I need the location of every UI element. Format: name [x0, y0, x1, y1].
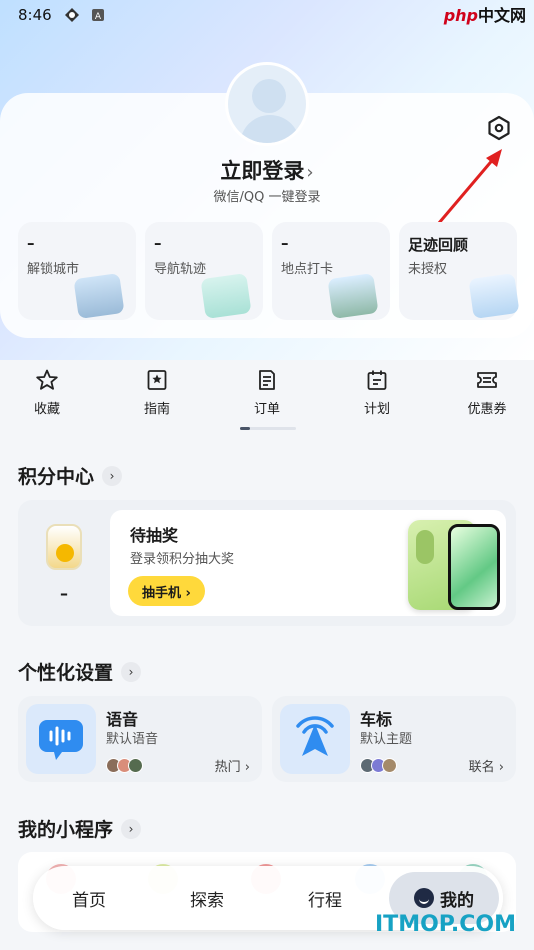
theme-avatars: [360, 758, 397, 774]
stat-label: 未授权: [408, 262, 448, 277]
watermark-itmop: ITMOP.COM: [375, 912, 516, 937]
app-notification-icon: [64, 8, 79, 22]
stat-card-cities[interactable]: – 解锁城市: [18, 222, 136, 320]
lottery-panel[interactable]: 待抽奖 登录领积分抽大奖 抽手机 ›: [110, 510, 506, 616]
points-value: –: [60, 584, 68, 603]
a-notification-icon: A: [91, 9, 104, 22]
star-icon: [36, 369, 58, 390]
nav-label: 计划: [363, 402, 390, 417]
nav-explore[interactable]: 探索: [190, 886, 224, 911]
watermark-php-brand: php: [443, 6, 478, 25]
voice-icon: [26, 704, 96, 774]
points-section-title[interactable]: 积分中心 ›: [18, 462, 123, 489]
stat-label: 解锁城市: [27, 262, 80, 277]
avatar-head: [252, 79, 286, 113]
section-title-text: 积分中心: [18, 466, 95, 488]
nav-label: 收藏: [33, 402, 60, 417]
page-indicator-active: [240, 427, 250, 430]
mini-programs-section-title[interactable]: 我的小程序 ›: [18, 815, 142, 842]
stat-label: 地点打卡: [281, 262, 334, 277]
login-title: 立即登录: [220, 159, 305, 183]
setting-tag: 热门 ›: [214, 760, 250, 775]
coin-jar-icon: [46, 524, 82, 570]
nav-plan[interactable]: 计划: [347, 368, 407, 417]
avatar: [382, 758, 397, 773]
car-icon-setting-card[interactable]: 车标 默认主题 联名 ›: [272, 696, 516, 782]
setting-subtitle: 默认主题: [360, 732, 413, 747]
mine-face-icon: [414, 888, 434, 908]
section-title-text: 个性化设置: [18, 662, 114, 684]
setting-title: 车标: [360, 710, 393, 729]
navigation-arrow-icon: [296, 716, 334, 756]
nav-label: 订单: [253, 402, 280, 417]
calendar-icon: [367, 370, 387, 390]
stat-value: 足迹回顾: [408, 236, 469, 254]
chevron-right-icon: ›: [306, 162, 314, 183]
stat-label: 导航轨迹: [154, 262, 207, 277]
nav-trip[interactable]: 行程: [308, 886, 342, 911]
setting-subtitle: 默认语音: [106, 732, 159, 747]
nav-label: 指南: [143, 402, 170, 417]
nav-home[interactable]: 首页: [72, 886, 106, 911]
setting-tag: 联名 ›: [468, 760, 504, 775]
guide-icon: [147, 370, 167, 390]
watermark-php: php中文网: [444, 2, 526, 26]
settings-icon[interactable]: [486, 115, 512, 141]
avatar[interactable]: [225, 62, 309, 146]
setting-title: 语音: [106, 710, 139, 729]
stat-value: –: [27, 234, 35, 252]
route-map-icon: [200, 272, 252, 320]
nav-coupons[interactable]: 优惠券: [457, 368, 517, 417]
stat-card-review[interactable]: 足迹回顾 未授权: [399, 222, 520, 320]
coin-icon: [56, 544, 74, 562]
voice-bubble-icon: [39, 720, 83, 760]
lottery-title: 待抽奖: [130, 526, 179, 545]
order-icon: [259, 370, 275, 390]
coupon-icon: [477, 372, 497, 388]
quick-nav: 收藏 指南 订单 计划 优惠券: [0, 368, 534, 428]
phone-camera: [416, 530, 434, 564]
personalize-section-title[interactable]: 个性化设置 ›: [18, 658, 142, 685]
nav-label: 优惠券: [467, 402, 507, 417]
status-time: 8:46: [18, 6, 52, 24]
svg-text:A: A: [95, 12, 102, 22]
car-marker-icon: [280, 704, 350, 774]
section-title-text: 我的小程序: [18, 819, 114, 841]
watermark-php-suffix: 中文网: [477, 6, 526, 25]
chevron-right-icon: ›: [102, 465, 123, 486]
temple-icon: [73, 272, 125, 320]
nav-favorites[interactable]: 收藏: [17, 368, 77, 417]
draw-phone-button[interactable]: 抽手机 ›: [128, 576, 205, 606]
page-indicator: [240, 427, 296, 430]
report-paper-icon: [468, 272, 520, 320]
stat-card-checkin[interactable]: – 地点打卡: [272, 222, 390, 320]
avatar-body: [240, 115, 300, 143]
points-card: – 待抽奖 登录领积分抽大奖 抽手机 ›: [18, 500, 516, 626]
voice-setting-card[interactable]: 语音 默认语音 热门 ›: [18, 696, 262, 782]
phone-front-image: [448, 524, 500, 610]
voice-avatars: [106, 758, 143, 774]
nav-orders[interactable]: 订单: [237, 368, 297, 417]
stat-value: –: [281, 234, 289, 252]
chevron-right-icon: ›: [121, 818, 142, 839]
landscape-photo-icon: [327, 272, 379, 320]
lottery-subtitle: 登录领积分抽大奖: [130, 552, 235, 567]
stat-value: –: [154, 234, 162, 252]
chevron-right-icon: ›: [121, 661, 142, 682]
nav-mine-label: 我的: [440, 890, 474, 911]
stat-card-tracks[interactable]: – 导航轨迹: [145, 222, 263, 320]
nav-guide[interactable]: 指南: [127, 368, 187, 417]
points-balance[interactable]: –: [18, 500, 110, 626]
avatar: [128, 758, 143, 773]
